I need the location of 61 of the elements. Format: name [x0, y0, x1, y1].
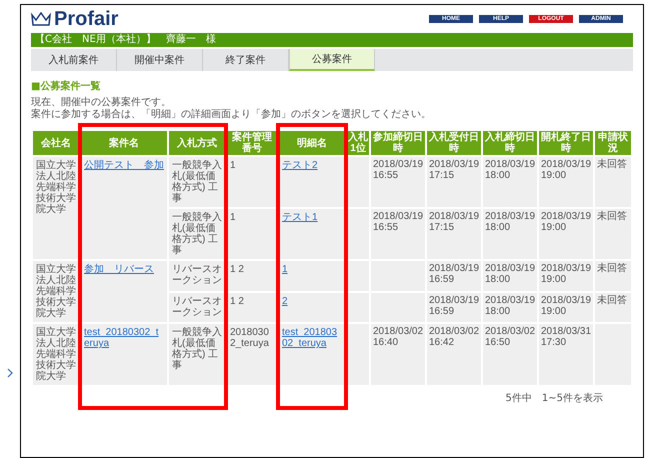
- table-cell: 2018/03/19 18:00: [483, 261, 537, 290]
- column-header: 入札方式: [169, 131, 225, 155]
- column-header: 入札受付日時: [427, 131, 481, 155]
- table-cell: 1: [227, 209, 277, 259]
- tab[interactable]: 入札前案件: [31, 49, 117, 71]
- table-cell: 国立大学法人北陸先端科学技術大学院大学: [33, 261, 79, 322]
- table-cell: 2018/03/19 19:00: [539, 209, 593, 259]
- table-cell: 2018/03/02 16:42: [427, 324, 481, 385]
- table-cell: 2018/03/19 17:15: [427, 157, 481, 207]
- logo: Profair: [54, 9, 118, 29]
- project-link[interactable]: 公開テスト 参加: [84, 160, 164, 171]
- column-header: 入札1位: [347, 131, 369, 155]
- table-cell: 未回答: [595, 209, 631, 259]
- table-cell: 2018/03/19 16:55: [371, 209, 425, 259]
- column-header: 案件名: [81, 131, 167, 155]
- table-cell: 2018/03/19 18:00: [483, 157, 537, 207]
- column-header: 参加締切日時: [371, 131, 425, 155]
- table-cell: 2018/03/19 18:00: [483, 209, 537, 259]
- table-cell: 2018/03/19 16:59: [427, 292, 481, 322]
- column-header: 会社名: [33, 131, 79, 155]
- description-text: 案件に参加する場合は、「明細」の詳細画面より「参加」のボタンを選択してください。: [31, 109, 432, 121]
- table-cell: 未回答: [595, 157, 631, 207]
- table-cell: 2018/03/19 19:00: [539, 157, 593, 207]
- description-text: 現在、開催中の公募案件です。: [31, 97, 172, 108]
- table-cell: リバースオークション: [169, 261, 225, 290]
- table-cell: 1 2: [227, 292, 277, 322]
- column-header: 案件管理番号: [227, 131, 277, 155]
- pagination-text: 5件中 1~5件を表示: [506, 392, 603, 406]
- table-cell: 2018/03/19 16:55: [371, 157, 425, 207]
- table-cell: 一般競争入札(最低価格方式) 工事: [169, 209, 225, 259]
- table-cell: 国立大学法人北陸先端科学技術大学院大学: [33, 324, 79, 385]
- table-cell: 2018/03/19 18:00: [483, 292, 537, 322]
- detail-link[interactable]: テスト1: [282, 212, 342, 223]
- table-cell: 20180302_teruya: [227, 324, 277, 385]
- column-header: 入札締切日時: [483, 131, 537, 155]
- section-title: ■公募案件一覧: [31, 79, 102, 94]
- table-cell: 2018/03/19 19:00: [539, 292, 593, 322]
- column-header: 申請状況: [595, 131, 631, 155]
- crown-icon: [31, 12, 51, 26]
- column-header: 明細名: [279, 131, 345, 155]
- table-cell: 2018/03/02 16:50: [483, 324, 537, 385]
- table-cell: 1: [227, 157, 277, 207]
- table-cell: 一般競争入札(最低価格方式) 工事: [169, 324, 225, 385]
- table-cell: 2018/03/02 16:40: [371, 324, 425, 385]
- table-cell: 2018/03/31 17:30: [539, 324, 593, 385]
- detail-link[interactable]: テスト2: [282, 160, 342, 171]
- tab[interactable]: 開催中案件: [117, 49, 203, 71]
- chevron-icon: [7, 368, 13, 378]
- column-header: 開札終了日時: [539, 131, 593, 155]
- table-cell: 2018/03/19 19:00: [539, 261, 593, 290]
- table-cell: 一般競争入札(最低価格方式) 工事: [169, 157, 225, 207]
- table-cell: 2018/03/19 17:15: [427, 209, 481, 259]
- table-cell: 未回答: [595, 261, 631, 290]
- table-cell: 1 2: [227, 261, 277, 290]
- table-cell: 国立大学法人北陸先端科学技術大学院大学: [33, 157, 79, 259]
- project-link[interactable]: 参加 リバース: [84, 264, 164, 275]
- user-bar: 【C会社 NE用（本社）】 齊藤一 様: [31, 33, 633, 47]
- table-cell: リバースオークション: [169, 292, 225, 322]
- tab[interactable]: 公募案件: [289, 49, 375, 71]
- table-cell: 未回答: [595, 292, 631, 322]
- table-cell: 2018/03/19 16:59: [427, 261, 481, 290]
